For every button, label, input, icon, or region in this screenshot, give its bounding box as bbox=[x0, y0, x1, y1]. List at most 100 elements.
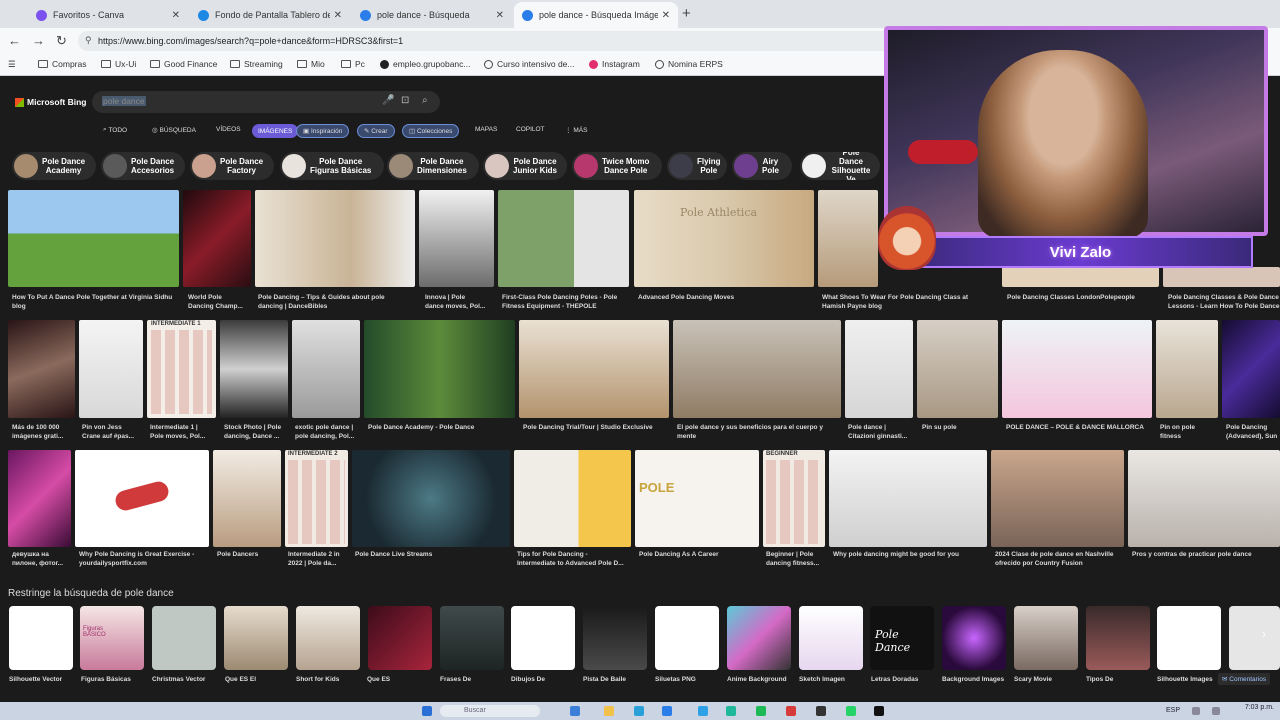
related-thumbnail[interactable]: Figuras BÁSICO bbox=[80, 606, 144, 670]
image-result[interactable] bbox=[1156, 320, 1218, 418]
microphone-icon[interactable]: 🎤 bbox=[382, 95, 394, 106]
image-result[interactable] bbox=[419, 190, 494, 287]
tab-inspiracion[interactable]: ▣ Inspiración bbox=[296, 124, 350, 138]
volume-icon[interactable] bbox=[1212, 707, 1220, 715]
image-caption[interactable]: Intermediate 2 in 2022 | Pole da... bbox=[288, 551, 350, 568]
image-result[interactable] bbox=[292, 320, 360, 418]
image-result[interactable] bbox=[8, 190, 179, 287]
image-caption[interactable]: El pole dance y sus beneficios para el c… bbox=[677, 424, 843, 441]
bookmark-instagram[interactable]: Instagram bbox=[589, 59, 640, 69]
image-result[interactable] bbox=[1128, 450, 1280, 547]
chevron-right-icon[interactable]: › bbox=[1262, 627, 1266, 641]
image-caption[interactable]: Pin on pole fitness bbox=[1160, 424, 1220, 441]
related-thumbnail[interactable] bbox=[1157, 606, 1221, 670]
address-bar[interactable]: ⚲ https://www.bing.com/images/search?q=p… bbox=[78, 31, 908, 51]
image-caption[interactable]: Stock Photo | Pole dancing, Dance ... bbox=[224, 424, 290, 441]
search-input[interactable]: pole dance bbox=[102, 96, 146, 106]
image-caption[interactable]: Why pole dancing might be good for you bbox=[833, 551, 989, 560]
image-caption[interactable]: What Shoes To Wear For Pole Dancing Clas… bbox=[822, 294, 998, 311]
image-result[interactable] bbox=[673, 320, 841, 418]
windows-start-icon[interactable] bbox=[422, 706, 432, 716]
image-result[interactable] bbox=[75, 450, 209, 547]
image-caption[interactable]: Pole Dancing Trial/Tour | Studio Exclusi… bbox=[523, 424, 671, 433]
whatsapp-icon[interactable] bbox=[846, 706, 856, 716]
close-icon[interactable]: ✕ bbox=[662, 10, 670, 21]
tab-videos[interactable]: VÍDEOS bbox=[216, 126, 241, 133]
image-caption[interactable]: POLE DANCE – POLE & DANCE MALLORCA bbox=[1006, 424, 1154, 433]
wifi-icon[interactable] bbox=[1192, 707, 1200, 715]
related-label[interactable]: Christmas Vector bbox=[152, 676, 205, 683]
app-icon[interactable] bbox=[726, 706, 736, 716]
edge-icon[interactable] bbox=[662, 706, 672, 716]
image-caption[interactable]: Pole Dancing – Tips & Guides about pole … bbox=[258, 294, 416, 311]
image-caption[interactable]: World Pole Dancing Champ... bbox=[188, 294, 254, 311]
related-label[interactable]: Dibujos De bbox=[511, 676, 545, 683]
bookmark-ux-ui[interactable]: Ux-Ui bbox=[101, 59, 136, 69]
related-thumbnail[interactable] bbox=[440, 606, 504, 670]
obs-icon[interactable] bbox=[816, 706, 826, 716]
tab-canva[interactable]: Favoritos - Canva ✕ bbox=[28, 2, 188, 28]
related-label[interactable]: Sketch Imagen bbox=[799, 676, 845, 683]
related-thumbnail[interactable] bbox=[296, 606, 360, 670]
image-caption[interactable]: Innova | Pole dance moves, Pol... bbox=[425, 294, 497, 311]
file-explorer-icon[interactable] bbox=[604, 706, 614, 716]
image-caption[interactable]: 2024 Clase de pole dance en Nashville of… bbox=[995, 551, 1127, 568]
image-result[interactable] bbox=[352, 450, 510, 547]
image-caption[interactable]: How To Put A Dance Pole Together at Virg… bbox=[12, 294, 182, 311]
image-result[interactable]: Pole Athletica bbox=[634, 190, 814, 287]
reload-icon[interactable]: ↻ bbox=[56, 33, 67, 49]
related-label[interactable]: Background Images bbox=[942, 676, 1004, 683]
taskbar-search[interactable]: Buscar bbox=[440, 705, 540, 717]
image-result[interactable] bbox=[519, 320, 669, 418]
related-thumbnail[interactable] bbox=[799, 606, 863, 670]
related-label[interactable]: Figuras Básicas bbox=[81, 676, 131, 683]
bookmark-pc[interactable]: Pc bbox=[341, 59, 365, 69]
bookmark-nomina[interactable]: Nomina ERPS bbox=[655, 59, 723, 69]
back-icon[interactable]: ← bbox=[8, 33, 21, 48]
image-caption[interactable]: First-Class Pole Dancing Poles - Pole Fi… bbox=[502, 294, 630, 311]
image-result[interactable] bbox=[1002, 267, 1159, 287]
chip-flying-pole[interactable]: Flying Pole bbox=[667, 152, 727, 180]
related-thumbnail[interactable] bbox=[9, 606, 73, 670]
image-caption[interactable]: Pole Dancers bbox=[217, 551, 283, 560]
image-caption[interactable]: девушка на пилоне, фотог... bbox=[12, 551, 74, 568]
image-caption[interactable]: Pros y contras de practicar pole dance bbox=[1132, 551, 1280, 560]
related-thumbnail[interactable] bbox=[511, 606, 575, 670]
image-result[interactable] bbox=[364, 320, 515, 418]
image-caption[interactable]: Intermediate 1 | Pole moves, Pol... bbox=[150, 424, 218, 441]
image-result[interactable] bbox=[829, 450, 987, 547]
app-icon[interactable] bbox=[786, 706, 796, 716]
image-result[interactable] bbox=[213, 450, 281, 547]
image-result[interactable] bbox=[917, 320, 998, 418]
site-info-icon[interactable]: ⚲ bbox=[85, 35, 92, 46]
image-caption[interactable]: Advanced Pole Dancing Moves bbox=[638, 294, 814, 303]
related-label[interactable]: Silhouette Vector bbox=[9, 676, 62, 683]
visual-search-icon[interactable]: ⊡ bbox=[401, 95, 409, 106]
image-result[interactable]: INTERMEDIATE 1 bbox=[147, 320, 216, 418]
image-result[interactable] bbox=[220, 320, 288, 418]
bookmark-streaming[interactable]: Streaming bbox=[230, 59, 283, 69]
related-thumbnail[interactable] bbox=[368, 606, 432, 670]
forward-icon[interactable]: → bbox=[32, 33, 45, 48]
related-label[interactable]: Frases De bbox=[440, 676, 471, 683]
tab-colecciones[interactable]: ◫ Colecciones bbox=[402, 124, 460, 138]
spotify-icon[interactable] bbox=[756, 706, 766, 716]
tab-crear[interactable]: ✎ Crear bbox=[357, 124, 395, 138]
image-result[interactable] bbox=[1222, 320, 1280, 418]
bookmark-compras[interactable]: Compras bbox=[38, 59, 86, 69]
related-label[interactable]: Pista De Baile bbox=[583, 676, 626, 683]
image-caption[interactable]: exotic pole dance | pole dancing, Pol... bbox=[295, 424, 361, 441]
chip-pole-dance-accesorios[interactable]: Pole Dance Accesorios bbox=[101, 152, 185, 180]
tab-mas[interactable]: ⋮ MÁS bbox=[565, 126, 587, 135]
chip-pole-dance-figuras[interactable]: Pole Dance Figuras Básicas bbox=[280, 152, 384, 180]
related-thumbnail[interactable] bbox=[224, 606, 288, 670]
image-caption[interactable]: Pole Dancing Classes & Pole Dance Lesson… bbox=[1168, 294, 1280, 311]
bing-logo[interactable]: Microsoft Bing bbox=[15, 97, 87, 107]
image-result[interactable]: POLE bbox=[635, 450, 759, 547]
related-thumbnail[interactable] bbox=[1229, 606, 1280, 670]
image-result[interactable]: INTERMEDIATE 2 bbox=[285, 450, 348, 547]
image-caption[interactable]: Pole Dancing (Advanced), Sun bbox=[1226, 424, 1280, 441]
image-result[interactable] bbox=[1002, 320, 1152, 418]
image-caption[interactable]: Pin su pole bbox=[922, 424, 998, 433]
feedback-button[interactable]: ✉ Comentarios bbox=[1218, 673, 1271, 685]
